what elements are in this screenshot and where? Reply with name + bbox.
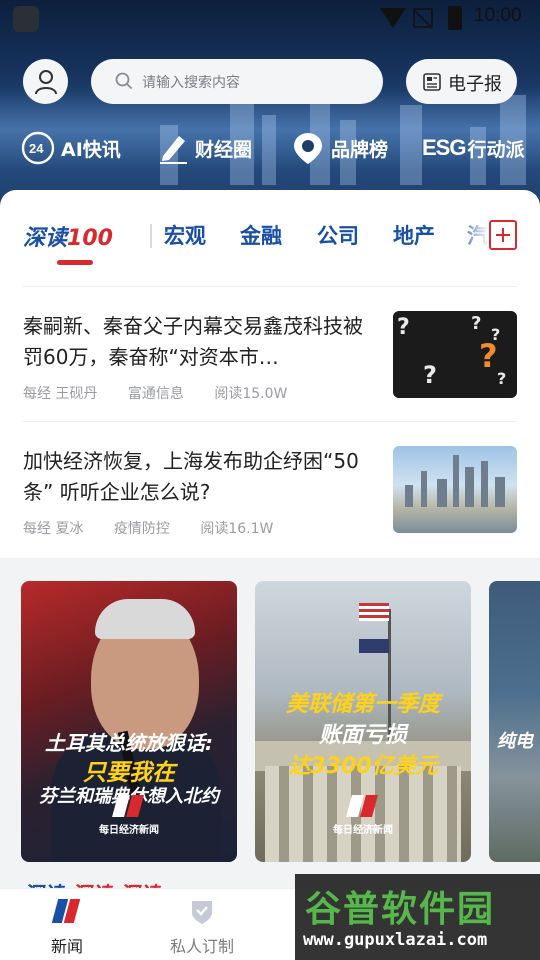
news-title: 秦嗣新、秦奋父子内幕交易鑫茂科技被罚60万，秦奋称“对资本市… — [23, 314, 363, 369]
no-sim-icon — [413, 8, 433, 28]
site-watermark: 谷普软件园 www.gupuxlazai.com — [295, 874, 540, 960]
tab-company[interactable]: 公司 — [317, 220, 359, 250]
quick-link-label: 财经圈 — [195, 138, 253, 161]
news-title: 加快经济恢复，上海发布助企纾困“50条” 听听企业怎么说? — [23, 449, 359, 504]
divider — [23, 286, 517, 287]
nav-news[interactable]: 新闻 — [17, 889, 117, 960]
app-notification-icon — [13, 6, 39, 32]
news-item[interactable]: 秦嗣新、秦奋父子内幕交易鑫茂科技被罚60万，秦奋称“对资本市… 每经 王砚丹 富… — [23, 311, 517, 402]
add-channel-button[interactable] — [489, 220, 517, 250]
quick-link-ai-news[interactable]: 24 AI快讯 — [21, 128, 121, 168]
tab-divider — [150, 224, 152, 248]
location-pin-icon — [294, 133, 322, 164]
news-author: 每经 王砚丹 — [23, 386, 98, 402]
wifi-icon — [380, 8, 406, 28]
tab-feature-suffix: 100 — [67, 226, 113, 251]
tab-fade — [455, 208, 489, 266]
news-tag[interactable]: 富通信息 — [128, 386, 184, 402]
channel-tabs: 深读100 宏观 金融 公司 地产 汽 — [0, 208, 540, 266]
nav-personal-subscription[interactable]: 私人订制 — [152, 889, 252, 960]
tab-macro[interactable]: 宏观 — [164, 220, 206, 250]
tab-finance[interactable]: 金融 — [240, 220, 282, 250]
person-hair — [95, 599, 195, 639]
flag-icon — [359, 639, 389, 653]
esg-icon: ESG — [422, 135, 466, 160]
quick-link-esg-action[interactable]: ESG 行动派 — [422, 128, 524, 168]
ai-news-icon: 24 — [21, 131, 55, 165]
avatar[interactable] — [23, 59, 68, 104]
svg-text:24: 24 — [29, 141, 44, 156]
shield-check-icon — [192, 901, 212, 924]
search-icon — [115, 72, 133, 90]
quick-link-label: 行动派 — [467, 138, 525, 161]
news-item[interactable]: 加快经济恢复，上海发布助企纾困“50条” 听听企业怎么说? 每经 夏冰 疫情防控… — [23, 446, 517, 537]
newspaper-icon — [423, 73, 441, 91]
video-caption: 账面亏损 — [318, 723, 407, 748]
status-bar: 10:00 — [0, 0, 540, 36]
epaper-button[interactable]: 电子报 — [406, 59, 517, 104]
news-tag[interactable]: 疫情防控 — [114, 521, 170, 537]
video-brand: 每日经济新闻 — [333, 825, 393, 836]
nav-label: 新闻 — [50, 937, 83, 956]
tab-feature-prefix: 深读 — [23, 226, 68, 251]
search-input[interactable]: 请输入搜索内容 — [91, 59, 383, 104]
news-thumbnail — [393, 446, 517, 533]
epaper-label: 电子报 — [448, 74, 502, 95]
clock: 10:00 — [474, 5, 522, 26]
active-tab-indicator — [57, 260, 93, 265]
video-card[interactable]: 纯电 — [489, 581, 540, 862]
nav-label: 私人订制 — [169, 937, 234, 956]
video-caption: 纯电 — [497, 731, 533, 752]
video-caption: 土耳其总统放狠话: — [45, 731, 213, 755]
news-card: 深读100 宏观 金融 公司 地产 汽 秦嗣新、秦奋父子内幕交易鑫茂科技被罚60… — [0, 190, 540, 558]
tab-real-estate[interactable]: 地产 — [393, 220, 435, 250]
quick-link-brand-ranking[interactable]: 品牌榜 — [291, 128, 388, 168]
divider — [23, 421, 517, 422]
news-reads: 阅读15.0W — [214, 386, 288, 402]
quick-link-finance-circle[interactable]: 财经圈 — [157, 128, 252, 168]
video-caption: 达3300亿美元 — [288, 754, 438, 779]
news-author: 每经 夏冰 — [23, 521, 84, 537]
us-flag-icon — [359, 603, 389, 621]
search-placeholder: 请输入搜索内容 — [142, 75, 240, 91]
news-meta: 每经 王砚丹 富通信息 阅读15.0W — [23, 383, 313, 403]
news-reads: 阅读16.1W — [200, 521, 274, 537]
video-brand: 每日经济新闻 — [99, 825, 159, 836]
news-meta: 每经 夏冰 疫情防控 阅读16.1W — [23, 518, 299, 538]
nbd-logo-icon — [53, 899, 81, 925]
video-caption: 美联储第一季度 — [285, 692, 440, 717]
watermark-url: www.gupuxlazai.com — [303, 930, 488, 950]
watermark-title: 谷普软件园 — [305, 889, 496, 930]
quick-link-label: AI快讯 — [61, 138, 121, 161]
battery-icon — [448, 6, 462, 30]
video-card[interactable]: 土耳其总统放狠话: 只要我在 芬兰和瑞典休想入北约 每日经济新闻 — [21, 581, 237, 862]
tab-deep-read-100[interactable]: 深读100 — [23, 220, 113, 252]
pen-icon — [160, 136, 187, 164]
video-card[interactable]: 美联储第一季度 账面亏损 达3300亿美元 每日经济新闻 — [255, 581, 471, 862]
user-icon — [35, 70, 57, 95]
news-thumbnail: ? ? ? ? ? ? — [393, 311, 517, 398]
quick-link-label: 品牌榜 — [331, 138, 389, 161]
